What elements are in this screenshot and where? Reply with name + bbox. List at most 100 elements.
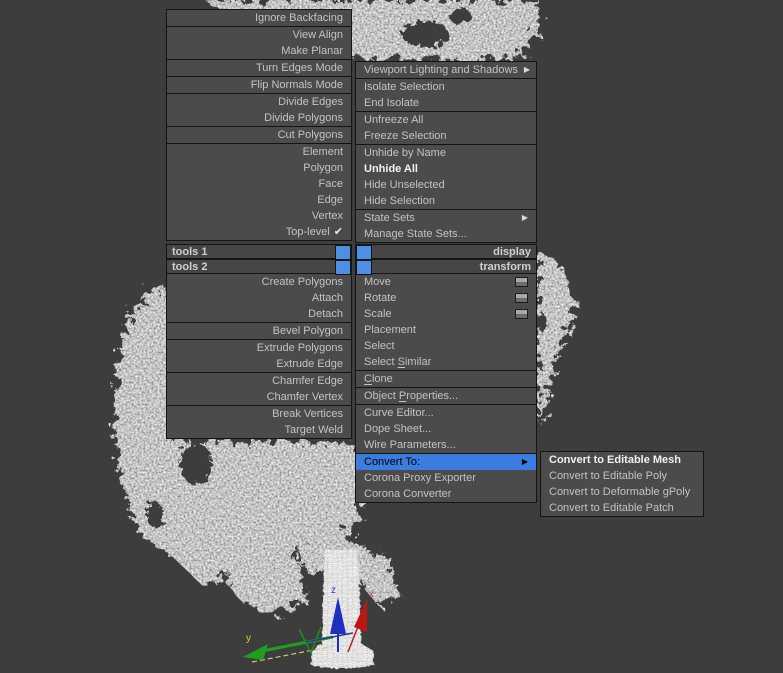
- menu-item-label: Hide Selection: [364, 195, 435, 207]
- menu-group: Clone: [355, 370, 537, 388]
- menu-item-corona-proxy-exporter[interactable]: Corona Proxy Exporter: [356, 470, 536, 486]
- menu-item-viewport-lighting-and-shadows[interactable]: Viewport Lighting and Shadows ▶: [356, 62, 536, 78]
- menu-item-rotate[interactable]: Rotate: [356, 290, 536, 306]
- menu-item-label: Divide Polygons: [264, 112, 343, 124]
- menu-item-turn-edges-mode[interactable]: Turn Edges Mode: [167, 60, 351, 76]
- quad-tools1: Ignore Backfacing View Align Make Planar Tu…: [166, 9, 352, 241]
- display-caption[interactable]: display: [355, 244, 537, 260]
- menu-item-freeze-selection[interactable]: Freeze Selection: [356, 128, 536, 144]
- menu-item-object-properties[interactable]: Object Properties...: [356, 388, 536, 404]
- menu-item-convert-to-editable-mesh[interactable]: Convert to Editable Mesh: [541, 452, 703, 468]
- caption-label: tools 2: [172, 260, 208, 273]
- menu-item-end-isolate[interactable]: End Isolate: [356, 95, 536, 111]
- menu-item-hide-selection[interactable]: Hide Selection: [356, 193, 536, 209]
- menu-item-divide-edges[interactable]: Divide Edges: [167, 94, 351, 110]
- menu-item-clone[interactable]: Clone: [356, 371, 536, 387]
- menu-item-attach[interactable]: Attach: [167, 290, 351, 306]
- menu-item-hide-unselected[interactable]: Hide Unselected: [356, 177, 536, 193]
- menu-item-label: Break Vertices: [272, 408, 343, 420]
- menu-item-label: Chamfer Vertex: [266, 391, 343, 403]
- menu-item-unfreeze-all[interactable]: Unfreeze All: [356, 112, 536, 128]
- menu-item-view-align[interactable]: View Align: [167, 27, 351, 43]
- menu-item-make-planar[interactable]: Make Planar: [167, 43, 351, 59]
- menu-item-label: Corona Proxy Exporter: [364, 472, 476, 484]
- menu-item-isolate-selection[interactable]: Isolate Selection: [356, 79, 536, 95]
- menu-item-label: Wire Parameters...: [364, 439, 456, 451]
- menu-item-cut-polygons[interactable]: Cut Polygons: [167, 127, 351, 143]
- menu-item-manage-state-sets[interactable]: Manage State Sets...: [356, 226, 536, 242]
- menu-item-convert-to[interactable]: Convert To: ▶: [356, 454, 536, 470]
- menu-item-vertex[interactable]: Vertex: [167, 208, 351, 224]
- menu-item-label: Vertex: [311, 210, 343, 222]
- menu-item-corona-converter[interactable]: Corona Converter: [356, 486, 536, 502]
- settings-box-icon[interactable]: [515, 277, 528, 287]
- menu-item-extrude-polygons[interactable]: Extrude Polygons: [167, 340, 351, 356]
- menu-group: Turn Edges Mode: [166, 59, 352, 77]
- menu-item-create-polygons[interactable]: Create Polygons: [167, 274, 351, 290]
- menu-group: Bevel Polygon: [166, 322, 352, 340]
- menu-item-label: Object Properties...: [364, 390, 459, 402]
- menu-item-wire-parameters[interactable]: Wire Parameters...: [356, 437, 536, 453]
- menu-item-extrude-edge[interactable]: Extrude Edge: [167, 356, 351, 372]
- menu-item-select-similar[interactable]: Select Similar: [356, 354, 536, 370]
- menu-item-curve-editor[interactable]: Curve Editor...: [356, 405, 536, 421]
- menu-group: Extrude Polygons Extrude Edge: [166, 339, 352, 373]
- quad-display: Viewport Lighting and Shadows ▶ Isolate Se…: [355, 61, 537, 243]
- menu-item-move[interactable]: Move: [356, 274, 536, 290]
- menu-item-dope-sheet[interactable]: Dope Sheet...: [356, 421, 536, 437]
- menu-group: Chamfer Edge Chamfer Vertex: [166, 372, 352, 406]
- menu-item-label: Isolate Selection: [364, 81, 445, 93]
- menu-group: Move Rotate Scale Placement Select Select Sim…: [355, 273, 537, 371]
- menu-item-label: Select Similar: [364, 356, 432, 368]
- menu-item-convert-to-deformable-gpoly[interactable]: Convert to Deformable gPoly: [541, 484, 703, 500]
- menu-item-label: Unhide by Name: [364, 147, 446, 159]
- menu-item-placement[interactable]: Placement: [356, 322, 536, 338]
- menu-item-label: Unhide All: [364, 163, 418, 175]
- menu-item-chamfer-edge[interactable]: Chamfer Edge: [167, 373, 351, 389]
- menu-item-select[interactable]: Select: [356, 338, 536, 354]
- menu-item-flip-normals-mode[interactable]: Flip Normals Mode: [167, 77, 351, 93]
- tools2-caption[interactable]: tools 2: [166, 259, 352, 275]
- menu-item-top-level[interactable]: Top-level ✔: [167, 224, 351, 240]
- menu-item-label: Move: [364, 276, 391, 288]
- tools1-caption[interactable]: tools 1: [166, 244, 352, 260]
- menu-item-label: Freeze Selection: [364, 130, 447, 142]
- menu-item-break-vertices[interactable]: Break Vertices: [167, 406, 351, 422]
- menu-item-label: Element: [302, 146, 343, 158]
- menu-group: Ignore Backfacing: [166, 9, 352, 27]
- menu-item-label: Clone: [364, 373, 393, 385]
- submenu-arrow-icon: ▶: [521, 213, 528, 222]
- menu-item-ignore-backfacing[interactable]: Ignore Backfacing: [167, 10, 351, 26]
- menu-item-unhide-by-name[interactable]: Unhide by Name: [356, 145, 536, 161]
- menu-item-face[interactable]: Face: [167, 176, 351, 192]
- menu-group: Curve Editor... Dope Sheet... Wire Paramet…: [355, 404, 537, 454]
- menu-item-label: Top-level: [285, 226, 330, 238]
- y-axis-label: y: [246, 633, 251, 644]
- menu-item-label: Create Polygons: [261, 276, 343, 288]
- menu-group: View Align Make Planar: [166, 26, 352, 60]
- menu-item-element[interactable]: Element: [167, 144, 351, 160]
- menu-item-label: Flip Normals Mode: [250, 79, 343, 91]
- menu-item-chamfer-vertex[interactable]: Chamfer Vertex: [167, 389, 351, 405]
- menu-item-unhide-all[interactable]: Unhide All: [356, 161, 536, 177]
- menu-group: Create Polygons Attach Detach: [166, 273, 352, 323]
- menu-item-polygon[interactable]: Polygon: [167, 160, 351, 176]
- menu-item-detach[interactable]: Detach: [167, 306, 351, 322]
- menu-item-convert-to-editable-patch[interactable]: Convert to Editable Patch: [541, 500, 703, 516]
- menu-item-divide-polygons[interactable]: Divide Polygons: [167, 110, 351, 126]
- submenu-arrow-icon: ▶: [521, 457, 528, 466]
- menu-item-label: Chamfer Edge: [272, 375, 343, 387]
- quad-center-marker: [335, 245, 351, 260]
- settings-box-icon[interactable]: [515, 309, 528, 319]
- menu-item-target-weld[interactable]: Target Weld: [167, 422, 351, 438]
- menu-item-scale[interactable]: Scale: [356, 306, 536, 322]
- settings-box-icon[interactable]: [515, 293, 528, 303]
- menu-item-convert-to-editable-poly[interactable]: Convert to Editable Poly: [541, 468, 703, 484]
- menu-group: Element Polygon Face Edge Vertex Top-level ✔: [166, 143, 352, 241]
- menu-item-edge[interactable]: Edge: [167, 192, 351, 208]
- menu-item-bevel-polygon[interactable]: Bevel Polygon: [167, 323, 351, 339]
- menu-item-state-sets[interactable]: State Sets ▶: [356, 210, 536, 226]
- caption-label: display: [493, 245, 531, 258]
- menu-item-label: Rotate: [364, 292, 397, 304]
- transform-caption[interactable]: transform: [355, 259, 537, 275]
